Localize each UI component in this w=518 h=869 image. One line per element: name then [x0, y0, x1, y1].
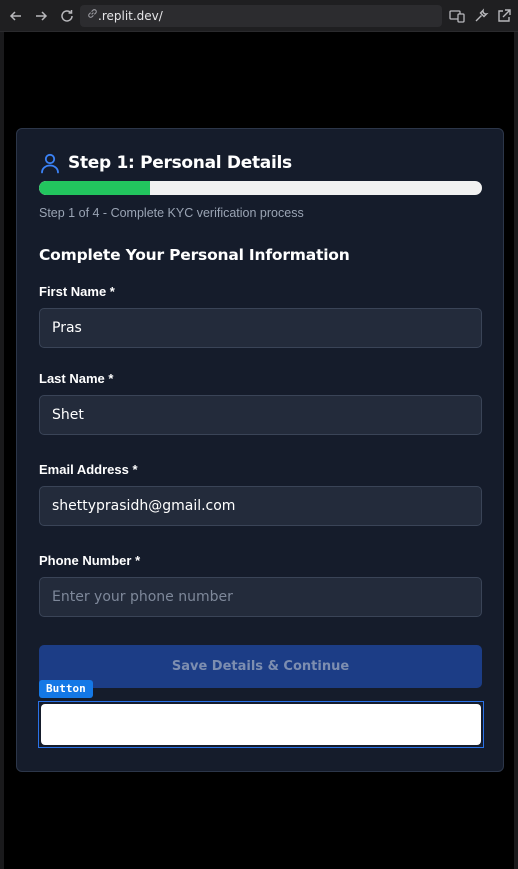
- step-title: Step 1: Personal Details: [68, 153, 292, 173]
- email-label: Email Address *: [39, 462, 138, 477]
- link-icon: [85, 8, 99, 22]
- devices-icon[interactable]: [448, 7, 466, 25]
- forward-arrow-icon[interactable]: [32, 7, 50, 25]
- url-text: .replit.dev/: [98, 9, 163, 23]
- step-header: Step 1: Personal Details: [39, 151, 292, 175]
- window-edge-left: [0, 32, 4, 869]
- wrench-icon[interactable]: [472, 7, 490, 25]
- first-name-field[interactable]: [39, 308, 482, 348]
- blank-button[interactable]: [41, 704, 481, 745]
- phone-label: Phone Number *: [39, 553, 141, 568]
- user-icon: [41, 153, 59, 174]
- reload-icon[interactable]: [58, 7, 76, 25]
- phone-field[interactable]: [39, 577, 482, 617]
- progress-bar: [39, 181, 482, 195]
- save-continue-button[interactable]: Save Details & Continue: [39, 645, 482, 688]
- browser-toolbar: .replit.dev/: [0, 0, 518, 32]
- last-name-label: Last Name *: [39, 371, 114, 386]
- window-edge-right: [514, 32, 518, 869]
- first-name-label: First Name *: [39, 284, 115, 299]
- email-field[interactable]: [39, 486, 482, 526]
- step-subtitle: Step 1 of 4 - Complete KYC verification …: [39, 206, 304, 220]
- last-name-field[interactable]: [39, 395, 482, 435]
- inspector-tag: Button: [39, 680, 93, 698]
- progress-fill: [39, 181, 150, 195]
- address-bar[interactable]: .replit.dev/: [80, 5, 442, 27]
- open-external-icon[interactable]: [495, 7, 513, 25]
- kyc-step-card: Step 1: Personal Details Step 1 of 4 - C…: [16, 128, 504, 772]
- section-heading: Complete Your Personal Information: [39, 246, 350, 264]
- inspector-highlight: [38, 701, 484, 748]
- back-arrow-icon[interactable]: [7, 7, 25, 25]
